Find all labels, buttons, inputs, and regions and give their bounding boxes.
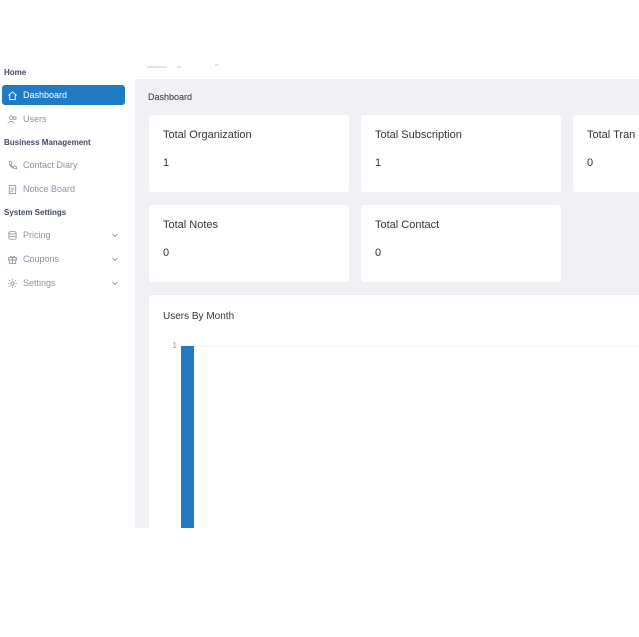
app-window: Home Dashboard Users Business Management…: [0, 0, 639, 637]
section-label-business: Business Management: [4, 138, 91, 147]
chevron-down-icon: [112, 233, 118, 238]
breadcrumb: Dashboard: [148, 92, 193, 102]
main-content: Dashboard Total Organization 1 Total Sub…: [135, 58, 639, 528]
sidebar-item-label: Dashboard: [23, 90, 68, 100]
sidebar: Home Dashboard Users Business Management…: [0, 58, 135, 528]
sidebar-item-label: Coupons: [23, 254, 60, 264]
users-icon: [7, 114, 18, 125]
sidebar-item-notice-board[interactable]: Notice Board: [2, 179, 125, 199]
document-icon: [7, 184, 18, 195]
stat-card-transactions[interactable]: Total Tran 0: [573, 115, 639, 192]
stat-card-contact[interactable]: Total Contact 0: [361, 205, 561, 282]
header-placeholder: [147, 66, 167, 68]
chart-bar[interactable]: [181, 346, 194, 528]
stat-value: 0: [375, 247, 382, 259]
top-header: [135, 58, 639, 79]
chevron-down-icon: [112, 257, 118, 262]
sidebar-item-users[interactable]: Users: [2, 109, 125, 129]
sidebar-item-contact-diary[interactable]: Contact Diary: [2, 155, 125, 175]
phone-icon: [7, 160, 18, 171]
stat-title: Total Notes: [163, 219, 219, 231]
sidebar-item-pricing[interactable]: Pricing: [2, 225, 125, 245]
sidebar-item-label: Contact Diary: [23, 160, 78, 170]
users-by-month-chart: 1: [173, 341, 639, 528]
stat-title: Total Contact: [375, 219, 440, 231]
home-icon: [7, 90, 18, 101]
stat-title: Total Tran: [587, 129, 636, 141]
users-by-month-card: Users By Month 1: [149, 295, 639, 528]
stat-value: 1: [375, 157, 382, 169]
gear-icon: [7, 278, 18, 289]
stat-card-organization[interactable]: Total Organization 1: [149, 115, 349, 192]
sidebar-item-settings[interactable]: Settings: [2, 273, 125, 293]
sidebar-item-coupons[interactable]: Coupons: [2, 249, 125, 269]
stat-value: 0: [587, 157, 594, 169]
y-tick-label: 1: [173, 341, 178, 350]
stat-value: 1: [163, 157, 170, 169]
sidebar-item-dashboard[interactable]: Dashboard: [2, 85, 125, 105]
stat-value: 0: [163, 247, 170, 259]
sidebar-item-label: Notice Board: [23, 184, 76, 194]
sidebar-item-label: Pricing: [23, 230, 51, 240]
section-label-home: Home: [4, 68, 27, 77]
database-icon: [7, 230, 18, 241]
stat-title: Total Subscription: [375, 129, 462, 141]
stat-card-notes[interactable]: Total Notes 0: [149, 205, 349, 282]
gift-icon: [7, 254, 18, 265]
sidebar-item-label: Settings: [23, 278, 56, 288]
section-label-system: System Settings: [4, 208, 67, 217]
stat-card-subscription[interactable]: Total Subscription 1: [361, 115, 561, 192]
sidebar-item-label: Users: [23, 114, 47, 124]
header-placeholder: [215, 64, 219, 66]
stat-title: Total Organization: [163, 129, 252, 141]
chevron-down-icon: [112, 281, 118, 286]
header-placeholder: [177, 66, 181, 68]
